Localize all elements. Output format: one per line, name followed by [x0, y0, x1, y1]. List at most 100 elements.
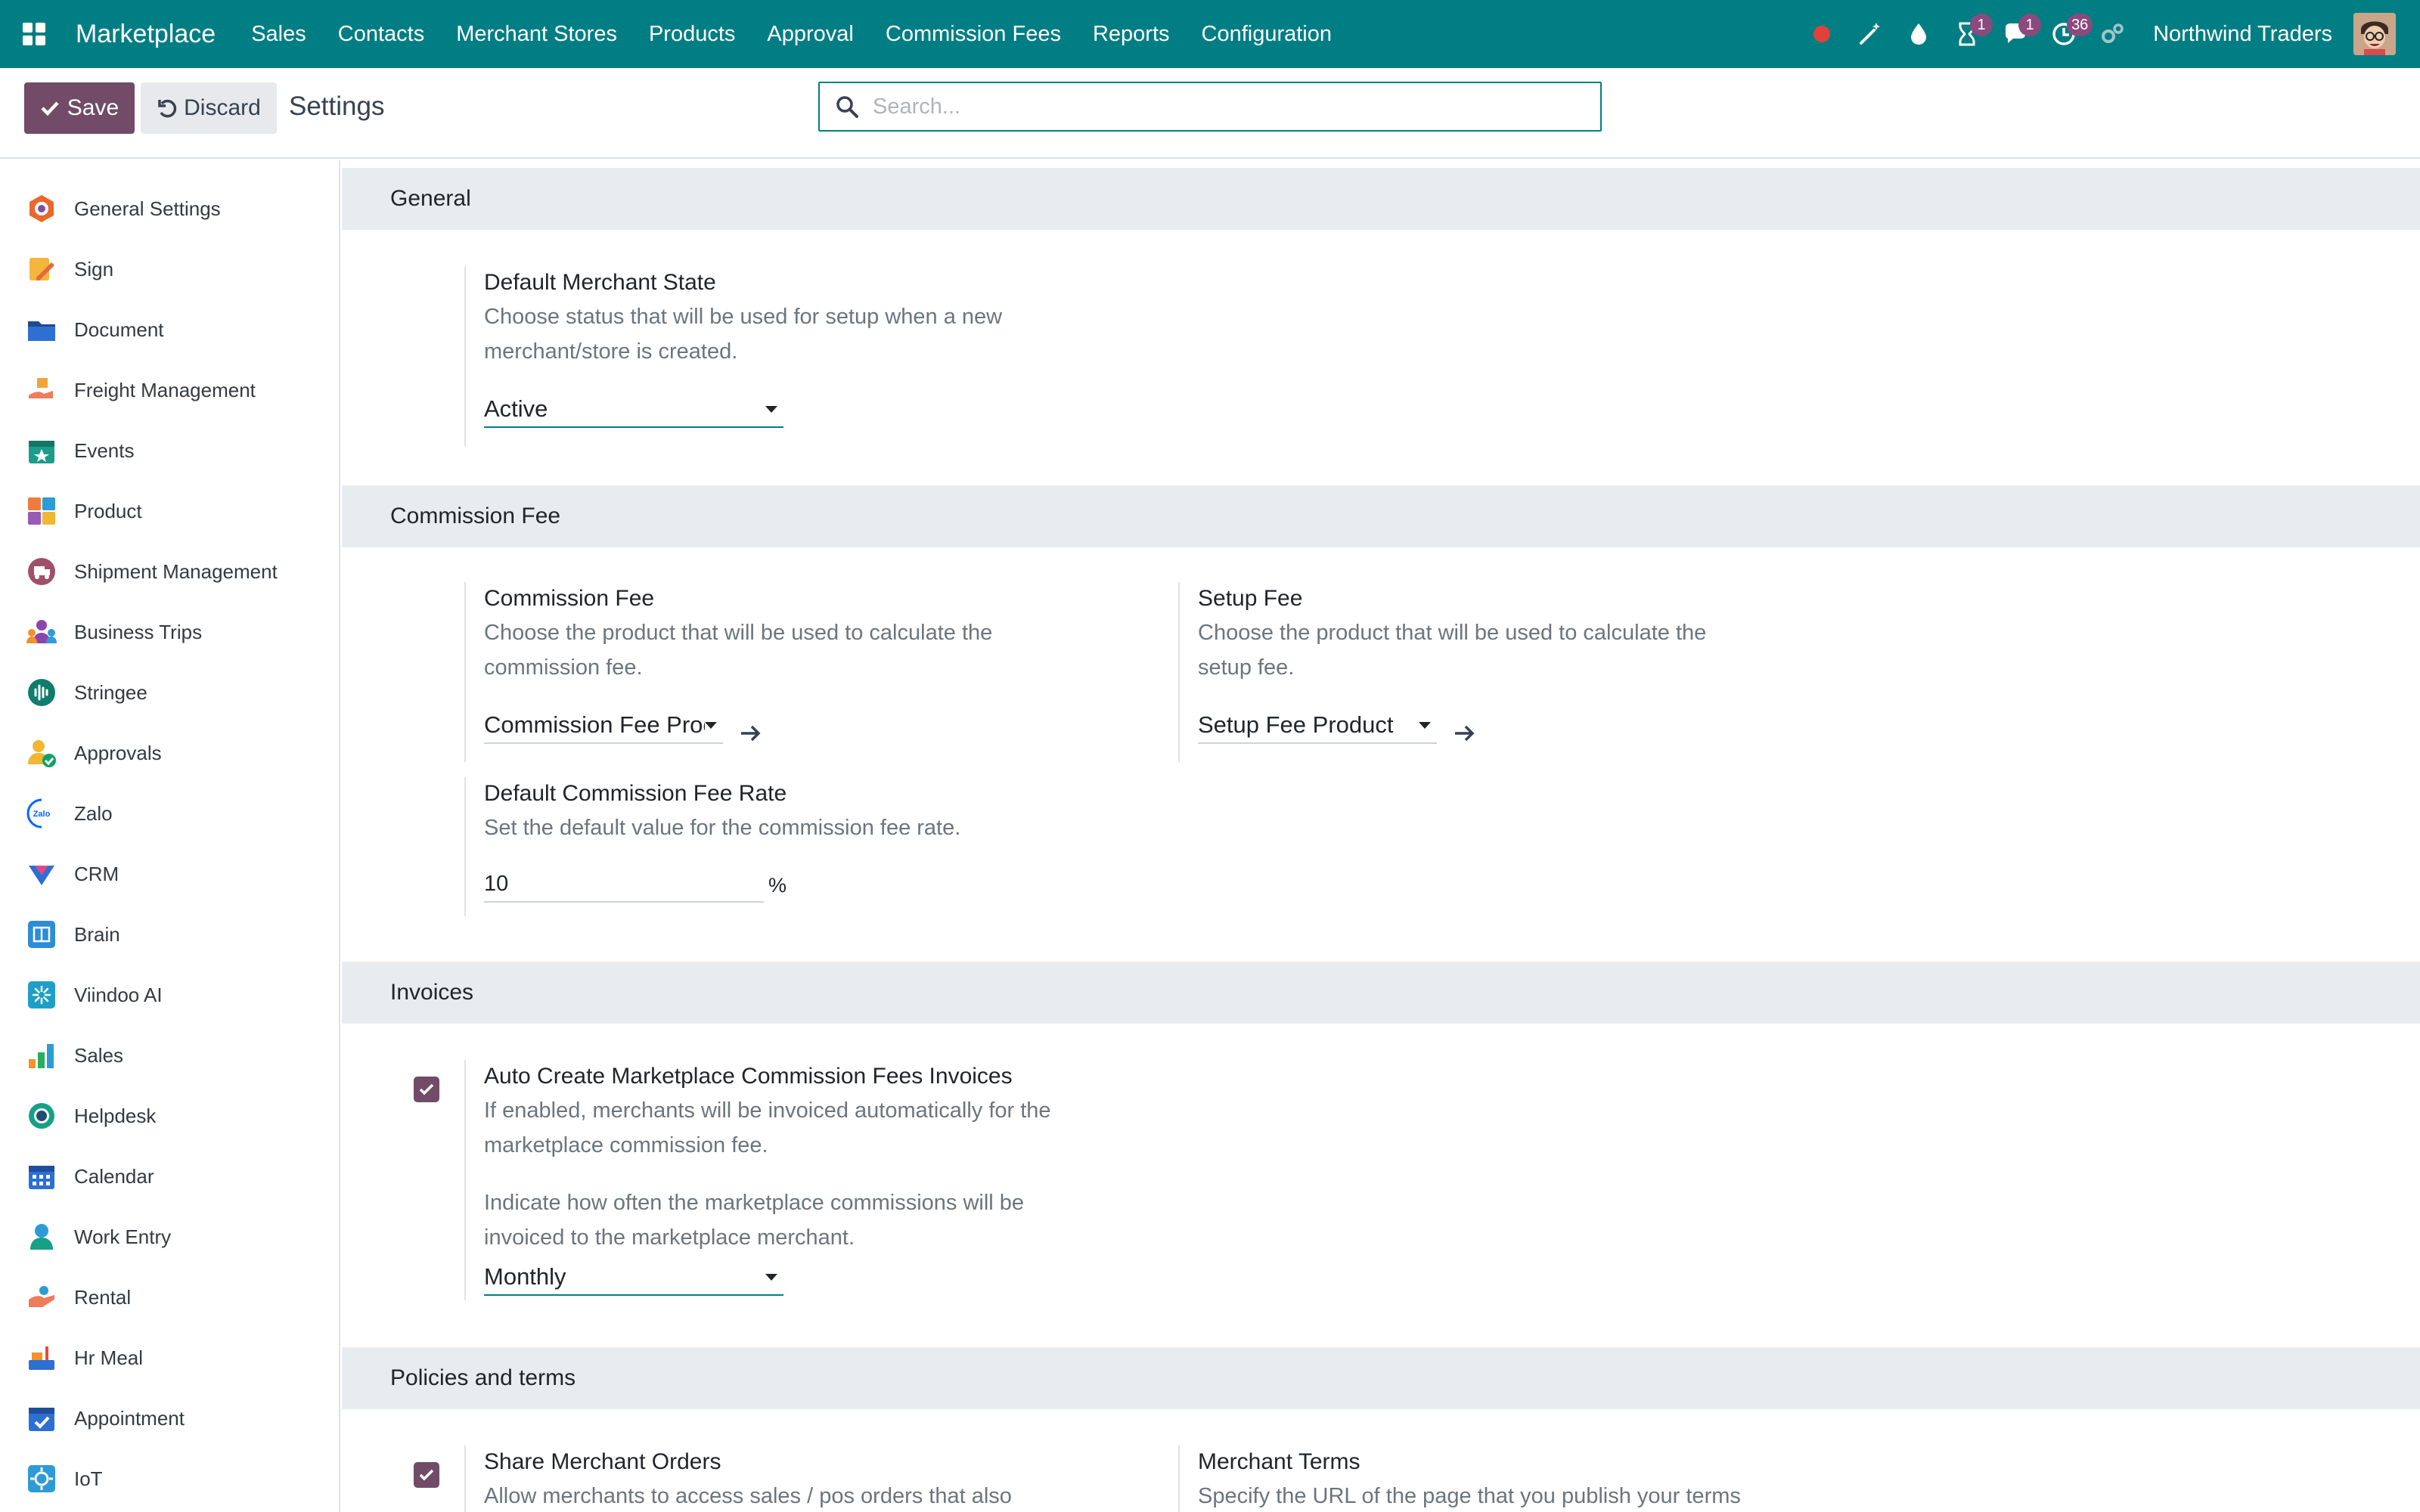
- setting-divider: [464, 1060, 466, 1300]
- menu-merchant-stores[interactable]: Merchant Stores: [440, 22, 633, 47]
- setting-divider: [1178, 582, 1180, 762]
- setting-merchant-terms: Merchant Terms Specify the URL of the pa…: [1178, 1445, 1859, 1512]
- menu-configuration[interactable]: Configuration: [1186, 22, 1348, 47]
- setting-body: Auto Create Marketplace Commission Fees …: [484, 1060, 1134, 1255]
- sidebar-label: Brain: [74, 922, 120, 946]
- menu-products[interactable]: Products: [633, 22, 751, 47]
- sidebar-item-calendar[interactable]: Calendar: [0, 1146, 339, 1207]
- user-avatar[interactable]: [2353, 13, 2396, 55]
- save-button[interactable]: Save: [24, 82, 135, 134]
- invoice-frequency-select[interactable]: Monthly: [484, 1259, 783, 1296]
- menu-commission-fees[interactable]: Commission Fees: [870, 22, 1077, 47]
- cogs-icon[interactable]: [2088, 0, 2136, 68]
- sidebar-item-helpdesk[interactable]: Helpdesk: [0, 1086, 339, 1146]
- sidebar-item-events[interactable]: Events: [0, 420, 339, 481]
- sidebar-label: Events: [74, 438, 135, 462]
- magic-wand-icon[interactable]: [1846, 0, 1894, 68]
- crm-icon: [26, 858, 57, 890]
- menu-approval[interactable]: Approval: [751, 22, 869, 47]
- sidebar-item-brain[interactable]: Brain: [0, 904, 339, 965]
- sidebar-label: Document: [74, 318, 164, 341]
- sidebar-item-document[interactable]: Document: [0, 299, 339, 360]
- sidebar-item-crm[interactable]: CRM: [0, 844, 339, 904]
- setup-fee-product-select[interactable]: Setup Fee Product: [1198, 708, 1437, 744]
- setting-body: Default Commission Fee Rate Set the defa…: [484, 777, 1134, 845]
- sidebar-label: CRM: [74, 862, 119, 885]
- settings-search[interactable]: [818, 82, 1602, 132]
- sidebar-label: Sales: [74, 1043, 124, 1067]
- clock-icon[interactable]: 36: [2040, 0, 2093, 68]
- merchant-state-select[interactable]: Active: [484, 392, 783, 428]
- messages-icon[interactable]: 1: [1991, 0, 2042, 68]
- sidebar-item-sign[interactable]: Sign: [0, 239, 339, 299]
- sidebar-item-sales[interactable]: Sales: [0, 1025, 339, 1086]
- setting-description: merchant/store is created.: [484, 339, 738, 364]
- share-merchant-orders-checkbox[interactable]: [414, 1462, 439, 1488]
- page-title: Settings: [289, 91, 385, 121]
- settings-sidebar: General Settings Sign Document Freight M…: [0, 160, 340, 1512]
- discard-label: Discard: [184, 95, 261, 120]
- setting-divider: [464, 1445, 466, 1512]
- setting-body: Default Merchant State Choose status tha…: [484, 266, 1134, 369]
- sidebar-label: Zalo: [74, 801, 113, 825]
- viindoo-ai-icon: [26, 979, 57, 1011]
- droplet-icon[interactable]: [1894, 0, 1943, 68]
- events-icon: [26, 435, 57, 466]
- check-icon: [41, 101, 59, 116]
- sidebar-item-business-trips[interactable]: Business Trips: [0, 602, 339, 662]
- brain-icon: [26, 919, 57, 950]
- setting-body: Setup Fee Choose the product that will b…: [1198, 582, 1848, 685]
- sidebar-label: Approvals: [74, 741, 162, 764]
- setting-title: Default Commission Fee Rate: [484, 781, 787, 806]
- hourglass-icon[interactable]: 1: [1943, 0, 1993, 68]
- main-menu: Sales Contacts Merchant Stores Products …: [235, 22, 1348, 47]
- external-link-arrow-icon[interactable]: [737, 720, 764, 747]
- sidebar-item-general-settings[interactable]: General Settings: [0, 178, 339, 239]
- setting-divider: [464, 582, 466, 762]
- shipment-icon: [26, 556, 57, 587]
- sidebar-item-freight-management[interactable]: Freight Management: [0, 360, 339, 420]
- menu-reports[interactable]: Reports: [1077, 22, 1186, 47]
- setting-body: Share Merchant Orders Allow merchants to…: [484, 1445, 1134, 1512]
- hr-meal-icon: [26, 1342, 57, 1374]
- sidebar-item-product[interactable]: Product: [0, 481, 339, 541]
- percent-unit: %: [768, 874, 787, 897]
- setting-divider: [464, 777, 466, 916]
- menu-sales[interactable]: Sales: [235, 22, 322, 47]
- sidebar-item-hr-meal[interactable]: Hr Meal: [0, 1328, 339, 1388]
- discard-button[interactable]: Discard: [141, 82, 277, 134]
- sidebar-item-zalo[interactable]: Zalo Zalo: [0, 783, 339, 844]
- apps-menu-icon[interactable]: [0, 0, 68, 68]
- setting-auto-create-invoices: Auto Create Marketplace Commission Fees …: [464, 1060, 1145, 1300]
- iot-icon: [26, 1463, 57, 1495]
- select-value: Setup Fee Product: [1198, 711, 1394, 738]
- sidebar-label: General Settings: [74, 197, 221, 220]
- rate-value: 10: [484, 871, 509, 896]
- sidebar-item-rental[interactable]: Rental: [0, 1267, 339, 1328]
- section-commission-fee-header: Commission Fee: [342, 485, 2420, 547]
- company-switcher[interactable]: Northwind Traders: [2153, 22, 2332, 47]
- sidebar-item-approvals[interactable]: Approvals: [0, 723, 339, 783]
- setting-title: Commission Fee: [484, 586, 655, 611]
- sidebar-item-appointment[interactable]: Appointment: [0, 1388, 339, 1448]
- auto-create-invoices-checkbox[interactable]: [414, 1077, 439, 1102]
- sidebar-item-shipment-management[interactable]: Shipment Management: [0, 541, 339, 602]
- recording-dot-icon[interactable]: [1798, 0, 1846, 68]
- search-input[interactable]: [873, 94, 1553, 119]
- app-brand[interactable]: Marketplace: [76, 20, 216, 49]
- setting-title: Setup Fee: [1198, 586, 1303, 611]
- commission-rate-input[interactable]: 10: [484, 866, 764, 903]
- external-link-arrow-icon[interactable]: [1450, 720, 1478, 747]
- sidebar-item-stringee[interactable]: Stringee: [0, 662, 339, 723]
- sidebar-item-work-entry[interactable]: Work Entry: [0, 1207, 339, 1267]
- sidebar-item-iot[interactable]: IoT: [0, 1448, 339, 1509]
- sidebar-item-viindoo-ai[interactable]: Viindoo AI: [0, 965, 339, 1025]
- product-icon: [26, 495, 57, 527]
- menu-contacts[interactable]: Contacts: [322, 22, 440, 47]
- setting-description: Choose the product that will be used to …: [484, 621, 993, 645]
- undo-icon: [158, 99, 177, 118]
- sidebar-label: Freight Management: [74, 378, 256, 401]
- document-icon: [26, 314, 57, 345]
- setting-title: Share Merchant Orders: [484, 1449, 721, 1474]
- commission-fee-product-select[interactable]: Commission Fee Proc: [484, 708, 723, 744]
